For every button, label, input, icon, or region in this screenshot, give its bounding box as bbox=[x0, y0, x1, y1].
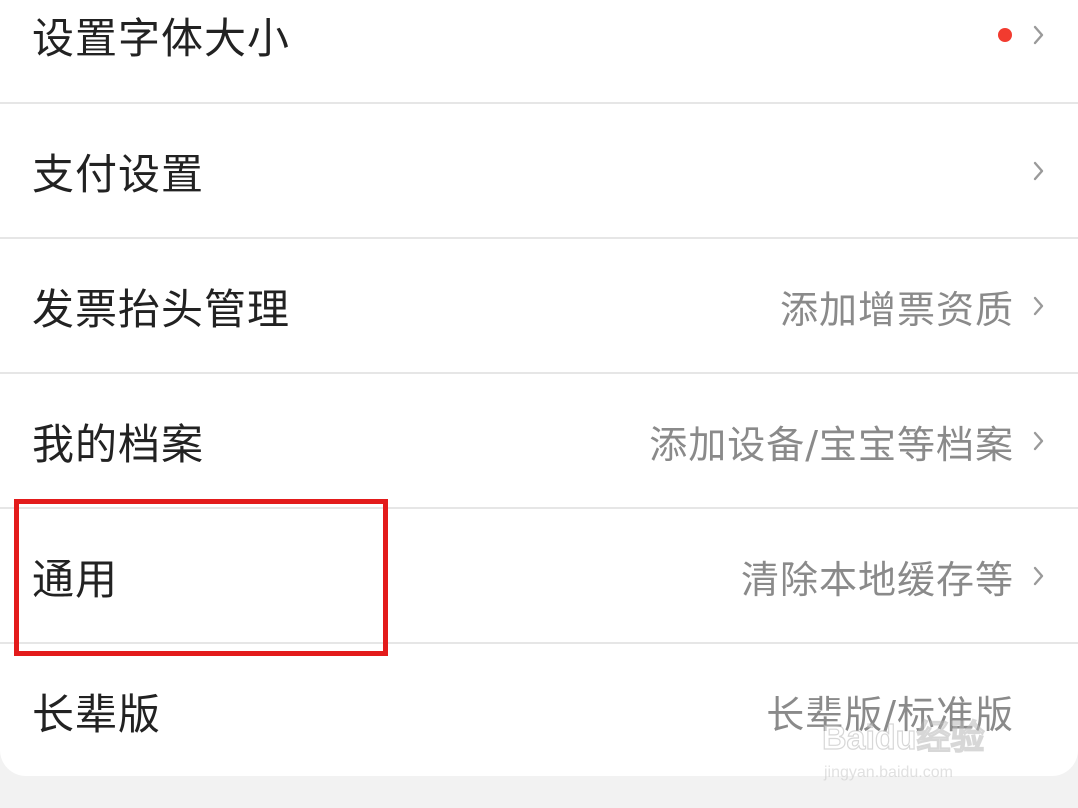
settings-row-hint: 添加设备/宝宝等档案 bbox=[649, 422, 1014, 467]
settings-row-label: 发票抬头管理 bbox=[32, 284, 291, 334]
chevron-right-icon bbox=[1033, 296, 1044, 316]
watermark-url: jingyan.baidu.com bbox=[823, 764, 953, 781]
settings-row-label: 长辈版 bbox=[32, 689, 162, 739]
settings-row-profile[interactable]: 我的档案 添加设备/宝宝等档案 bbox=[0, 374, 1078, 508]
settings-row-right bbox=[1014, 151, 1050, 191]
notification-dot bbox=[998, 28, 1012, 42]
settings-row-payment[interactable]: 支付设置 bbox=[0, 104, 1078, 238]
baidu-jingyan-watermark: Baidu经验 jingyan.baidu.com bbox=[821, 717, 985, 781]
settings-row-label: 支付设置 bbox=[32, 149, 205, 199]
settings-row-hint: 清除本地缓存等 bbox=[740, 557, 1014, 602]
chevron-right-icon bbox=[1033, 25, 1044, 45]
settings-row-label: 我的档案 bbox=[32, 419, 205, 469]
settings-row-invoice[interactable]: 发票抬头管理 添加增票资质 bbox=[0, 239, 1078, 373]
settings-row-general[interactable]: 通用 清除本地缓存等 bbox=[0, 509, 1078, 643]
chevron-right-icon bbox=[1033, 161, 1044, 181]
settings-page: 设置字体大小 支付设置 发票抬头管理 添加增票资质 我的档案 添加设备/宝宝等档… bbox=[0, 0, 1078, 808]
settings-card: 设置字体大小 支付设置 发票抬头管理 添加增票资质 我的档案 添加设备/宝宝等档… bbox=[0, 0, 1078, 776]
settings-row-right bbox=[998, 15, 1050, 55]
chevron-right-icon bbox=[1033, 566, 1044, 586]
settings-row-right: 清除本地缓存等 bbox=[741, 549, 1050, 604]
settings-row-right: 添加增票资质 bbox=[780, 279, 1050, 334]
watermark-brand: Baidu经验 bbox=[822, 718, 984, 757]
chevron-right-icon bbox=[1033, 431, 1044, 451]
settings-row-font-size[interactable]: 设置字体大小 bbox=[0, 0, 1078, 102]
settings-row-label: 通用 bbox=[32, 554, 119, 604]
settings-row-hint: 添加增票资质 bbox=[779, 287, 1014, 332]
settings-row-label: 设置字体大小 bbox=[32, 13, 291, 63]
settings-row-right: 添加设备/宝宝等档案 bbox=[649, 414, 1050, 469]
